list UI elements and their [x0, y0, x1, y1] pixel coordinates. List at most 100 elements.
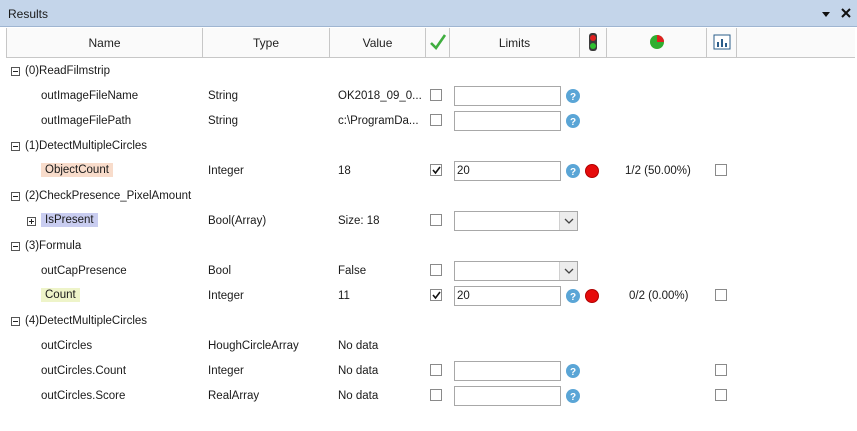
table-row[interactable]: outCircles.Count Integer No data ?	[6, 359, 855, 384]
limit-dropdown[interactable]	[454, 261, 578, 281]
row-checkbox[interactable]	[430, 114, 442, 126]
pass-ratio: 1/2 (50.00%)	[625, 165, 691, 177]
svg-text:?: ?	[570, 92, 576, 103]
row-checkbox[interactable]	[430, 389, 442, 401]
stats-checkbox[interactable]	[715, 164, 727, 176]
row-name: ObjectCount	[41, 163, 113, 177]
column-header-name[interactable]: Name	[7, 28, 203, 58]
row-type: HoughCircleArray	[208, 340, 299, 352]
column-header-stats[interactable]	[707, 28, 737, 58]
column-header-type[interactable]: Type	[203, 28, 330, 58]
collapse-icon[interactable]	[11, 317, 20, 326]
row-name: outCircles.Score	[41, 390, 126, 402]
row-name: outCapPresence	[41, 265, 127, 277]
limit-input[interactable]	[454, 86, 561, 106]
column-header-value[interactable]: Value	[330, 28, 426, 58]
table-row[interactable]: outCircles HoughCircleArray No data	[6, 334, 855, 359]
column-header-pie[interactable]	[607, 28, 707, 58]
row-name: outCircles.Count	[41, 365, 127, 377]
row-name: outImageFileName	[41, 90, 139, 102]
table-row[interactable]: outCapPresence Bool False	[6, 259, 855, 284]
stats-checkbox[interactable]	[715, 364, 727, 376]
table-row[interactable]: outImageFileName String OK2018_09_0... ?	[6, 84, 855, 109]
row-type: Integer	[208, 290, 244, 302]
limit-input[interactable]	[454, 361, 561, 381]
group-row[interactable]: (0)ReadFilmstrip	[6, 59, 855, 84]
table-row[interactable]: outCircles.Score RealArray No data ?	[6, 384, 855, 409]
chevron-down-icon[interactable]	[559, 262, 577, 280]
group-label: (0)ReadFilmstrip	[25, 65, 110, 77]
row-value: No data	[338, 340, 379, 352]
row-type: String	[208, 115, 239, 127]
row-checkbox[interactable]	[430, 164, 442, 176]
row-value: 18	[338, 165, 351, 177]
status-fail-icon	[585, 164, 599, 178]
group-row[interactable]: (1)DetectMultipleCircles	[6, 134, 855, 159]
row-checkbox[interactable]	[430, 214, 442, 226]
row-checkbox[interactable]	[430, 364, 442, 376]
results-tree: (0)ReadFilmstrip outImageFileName String…	[6, 59, 855, 431]
group-label: (1)DetectMultipleCircles	[25, 140, 148, 152]
column-header-row: Name Type Value Limits	[6, 28, 855, 58]
row-value: c:\ProgramDa...	[338, 115, 419, 127]
traffic-light-icon	[588, 32, 598, 54]
row-name: outCircles	[41, 340, 93, 352]
collapse-icon[interactable]	[11, 67, 20, 76]
row-checkbox[interactable]	[430, 289, 442, 301]
group-row[interactable]: (2)CheckPresence_PixelAmount	[6, 184, 855, 209]
svg-text:?: ?	[570, 167, 576, 178]
info-icon[interactable]: ?	[566, 289, 580, 303]
info-icon[interactable]: ?	[566, 389, 580, 403]
dropdown-arrow-icon[interactable]	[820, 8, 832, 20]
row-checkbox[interactable]	[430, 264, 442, 276]
limit-input[interactable]: 20	[454, 286, 561, 306]
limit-input[interactable]: 20	[454, 161, 561, 181]
svg-text:?: ?	[570, 292, 576, 303]
info-icon[interactable]: ?	[566, 89, 580, 103]
limit-input[interactable]	[454, 386, 561, 406]
panel-title: Results	[8, 7, 49, 21]
expand-icon[interactable]	[27, 217, 36, 226]
collapse-icon[interactable]	[11, 192, 20, 201]
row-name: IsPresent	[41, 213, 98, 227]
column-header-check[interactable]	[426, 28, 450, 58]
svg-text:?: ?	[570, 367, 576, 378]
row-value: No data	[338, 390, 379, 402]
column-header-limits[interactable]: Limits	[450, 28, 580, 58]
group-label: (4)DetectMultipleCircles	[25, 315, 148, 327]
column-header-status[interactable]	[580, 28, 607, 58]
row-value: No data	[338, 365, 379, 377]
limit-dropdown[interactable]	[454, 211, 578, 231]
limit-input[interactable]	[454, 111, 561, 131]
stats-checkbox[interactable]	[715, 389, 727, 401]
row-name: outImageFilePath	[41, 115, 132, 127]
group-label: (3)Formula	[25, 240, 82, 252]
collapse-icon[interactable]	[11, 142, 20, 151]
info-icon[interactable]: ?	[566, 114, 580, 128]
table-row[interactable]: Count Integer 11 20 ? 0/2 (0.00%)	[6, 284, 855, 309]
row-checkbox[interactable]	[430, 89, 442, 101]
results-panel-titlebar: Results	[0, 0, 857, 27]
statistics-chart-icon	[713, 34, 731, 53]
row-value: 11	[338, 290, 350, 302]
row-value: OK2018_09_0...	[338, 90, 422, 102]
info-icon[interactable]: ?	[566, 164, 580, 178]
group-row[interactable]: (4)DetectMultipleCircles	[6, 309, 855, 334]
row-type: Integer	[208, 165, 244, 177]
row-type: String	[208, 90, 239, 102]
svg-text:?: ?	[570, 117, 576, 128]
stats-checkbox[interactable]	[715, 289, 727, 301]
row-name: Count	[41, 288, 80, 302]
info-icon[interactable]: ?	[566, 364, 580, 378]
table-row[interactable]: IsPresent Bool(Array) Size: 18	[6, 209, 855, 234]
svg-text:?: ?	[570, 392, 576, 403]
row-value: False	[338, 265, 367, 277]
collapse-icon[interactable]	[11, 242, 20, 251]
table-row[interactable]: ObjectCount Integer 18 20 ? 1/2 (50.00%)	[6, 159, 855, 184]
row-type: Integer	[208, 365, 244, 377]
table-row[interactable]: outImageFilePath String c:\ProgramDa... …	[6, 109, 855, 134]
close-icon[interactable]	[840, 7, 852, 19]
row-type: Bool(Array)	[208, 215, 267, 227]
chevron-down-icon[interactable]	[559, 212, 577, 230]
group-row[interactable]: (3)Formula	[6, 234, 855, 259]
